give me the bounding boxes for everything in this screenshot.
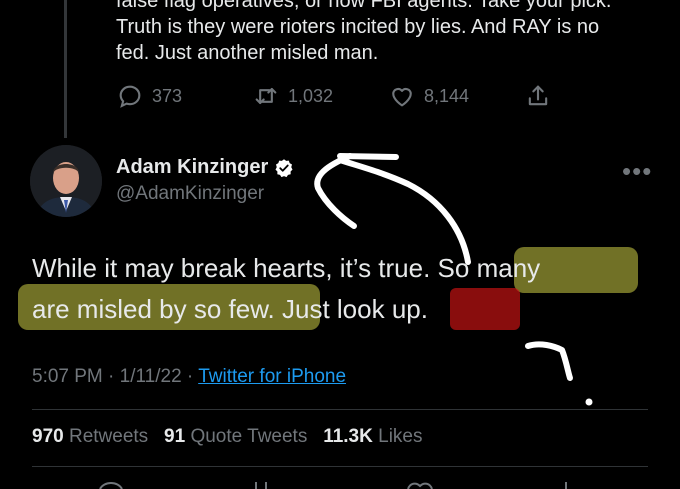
quote-count: 91 bbox=[164, 426, 186, 447]
quote-tweets-stat[interactable]: 91 Quote Tweets bbox=[164, 426, 307, 447]
retweets-stat[interactable]: 970 Retweets bbox=[32, 426, 148, 447]
likes-label: Likes bbox=[378, 426, 423, 447]
meta-separator: · bbox=[181, 366, 199, 387]
tweet-stats: 970 Retweets 91 Quote Tweets 11.3K Likes bbox=[32, 426, 422, 448]
tweet-time: 5:07 PM bbox=[32, 366, 103, 387]
tweet-date: 1/11/22 bbox=[119, 366, 182, 387]
tweet-meta: 5:07 PM · 1/11/22 · Twitter for iPhone bbox=[32, 366, 346, 388]
bottom-action-icons bbox=[99, 482, 567, 489]
likes-count: 11.3K bbox=[323, 426, 373, 447]
likes-stat[interactable]: 11.3K Likes bbox=[323, 426, 422, 447]
tweet-source-link[interactable]: Twitter for iPhone bbox=[198, 366, 346, 387]
hand-drawn-arrow-annotation bbox=[314, 153, 593, 406]
meta-separator: · bbox=[102, 366, 120, 387]
quote-label: Quote Tweets bbox=[190, 426, 308, 447]
retweets-count: 970 bbox=[32, 426, 64, 447]
divider bbox=[32, 409, 648, 410]
retweets-label: Retweets bbox=[68, 426, 149, 447]
divider bbox=[32, 466, 648, 467]
